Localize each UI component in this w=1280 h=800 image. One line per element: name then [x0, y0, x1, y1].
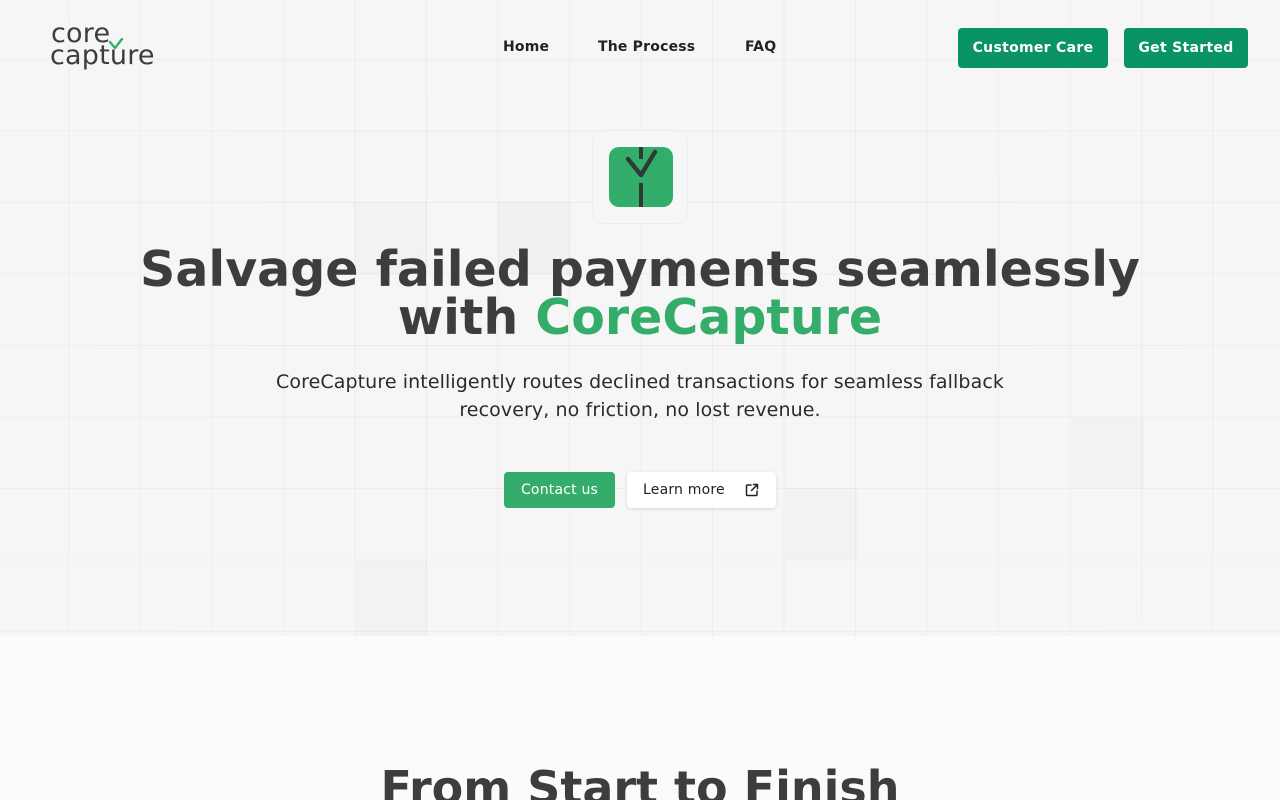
hero-subhead: CoreCapture intelligently routes decline…: [275, 371, 1004, 421]
page: core capture Home The Process FAQ Custom…: [0, 0, 1280, 800]
check-mark-icon: [625, 147, 658, 207]
contact-us-button[interactable]: Contact us: [504, 472, 615, 508]
section-title: From Start to Finish: [380, 761, 900, 800]
learn-more-label: Learn more: [643, 482, 725, 498]
nav-link-home[interactable]: Home: [503, 39, 549, 55]
get-started-button[interactable]: Get Started: [1124, 28, 1248, 68]
app-icon-frame: [592, 130, 688, 224]
learn-more-button[interactable]: Learn more: [627, 472, 776, 508]
headline-accent: CoreCapture: [535, 289, 883, 346]
headline-with: with: [397, 289, 536, 346]
customer-care-button[interactable]: Customer Care: [958, 28, 1108, 68]
corecapture-app-icon: [609, 147, 673, 207]
nav-link-the-process[interactable]: The Process: [598, 39, 695, 55]
nav-link-faq[interactable]: FAQ: [745, 39, 776, 55]
external-link-icon: [745, 483, 759, 497]
hero-section: core capture Home The Process FAQ Custom…: [0, 0, 1280, 636]
hero-headline: Salvage failed payments seamlessly with …: [0, 245, 1280, 342]
top-nav: core capture Home The Process FAQ Custom…: [0, 0, 1280, 96]
